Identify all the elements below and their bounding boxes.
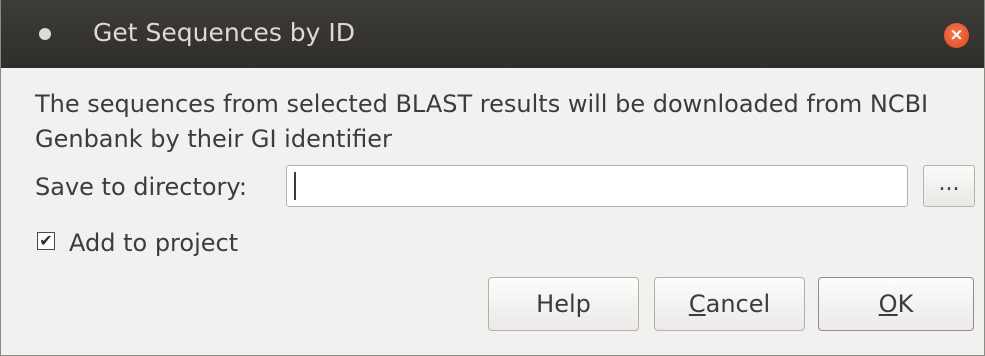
get-sequences-dialog: Get Sequences by ID × The sequences from… [0,0,985,356]
help-button[interactable]: Help [488,277,639,331]
cancel-button[interactable]: Cancel [654,277,805,331]
description-text: The sequences from selected BLAST result… [35,90,929,153]
browse-directory-button[interactable]: ... [923,165,975,207]
close-icon[interactable]: × [944,23,969,48]
cancel-mnemonic: C [688,290,706,318]
ok-mnemonic: O [878,290,898,318]
cancel-label: ancel [705,290,771,318]
text-cursor [294,172,296,200]
ok-label: K [897,290,914,318]
ok-button[interactable]: OK [818,277,974,331]
add-to-project-label[interactable]: Add to project [69,227,238,259]
window-title: Get Sequences by ID [93,18,356,47]
save-directory-label: Save to directory: [35,173,247,201]
title-bar: Get Sequences by ID × [1,0,984,68]
add-to-project-checkbox[interactable]: ✔ [37,232,55,250]
window-menu-icon[interactable] [39,28,51,40]
save-directory-input[interactable] [286,165,908,207]
